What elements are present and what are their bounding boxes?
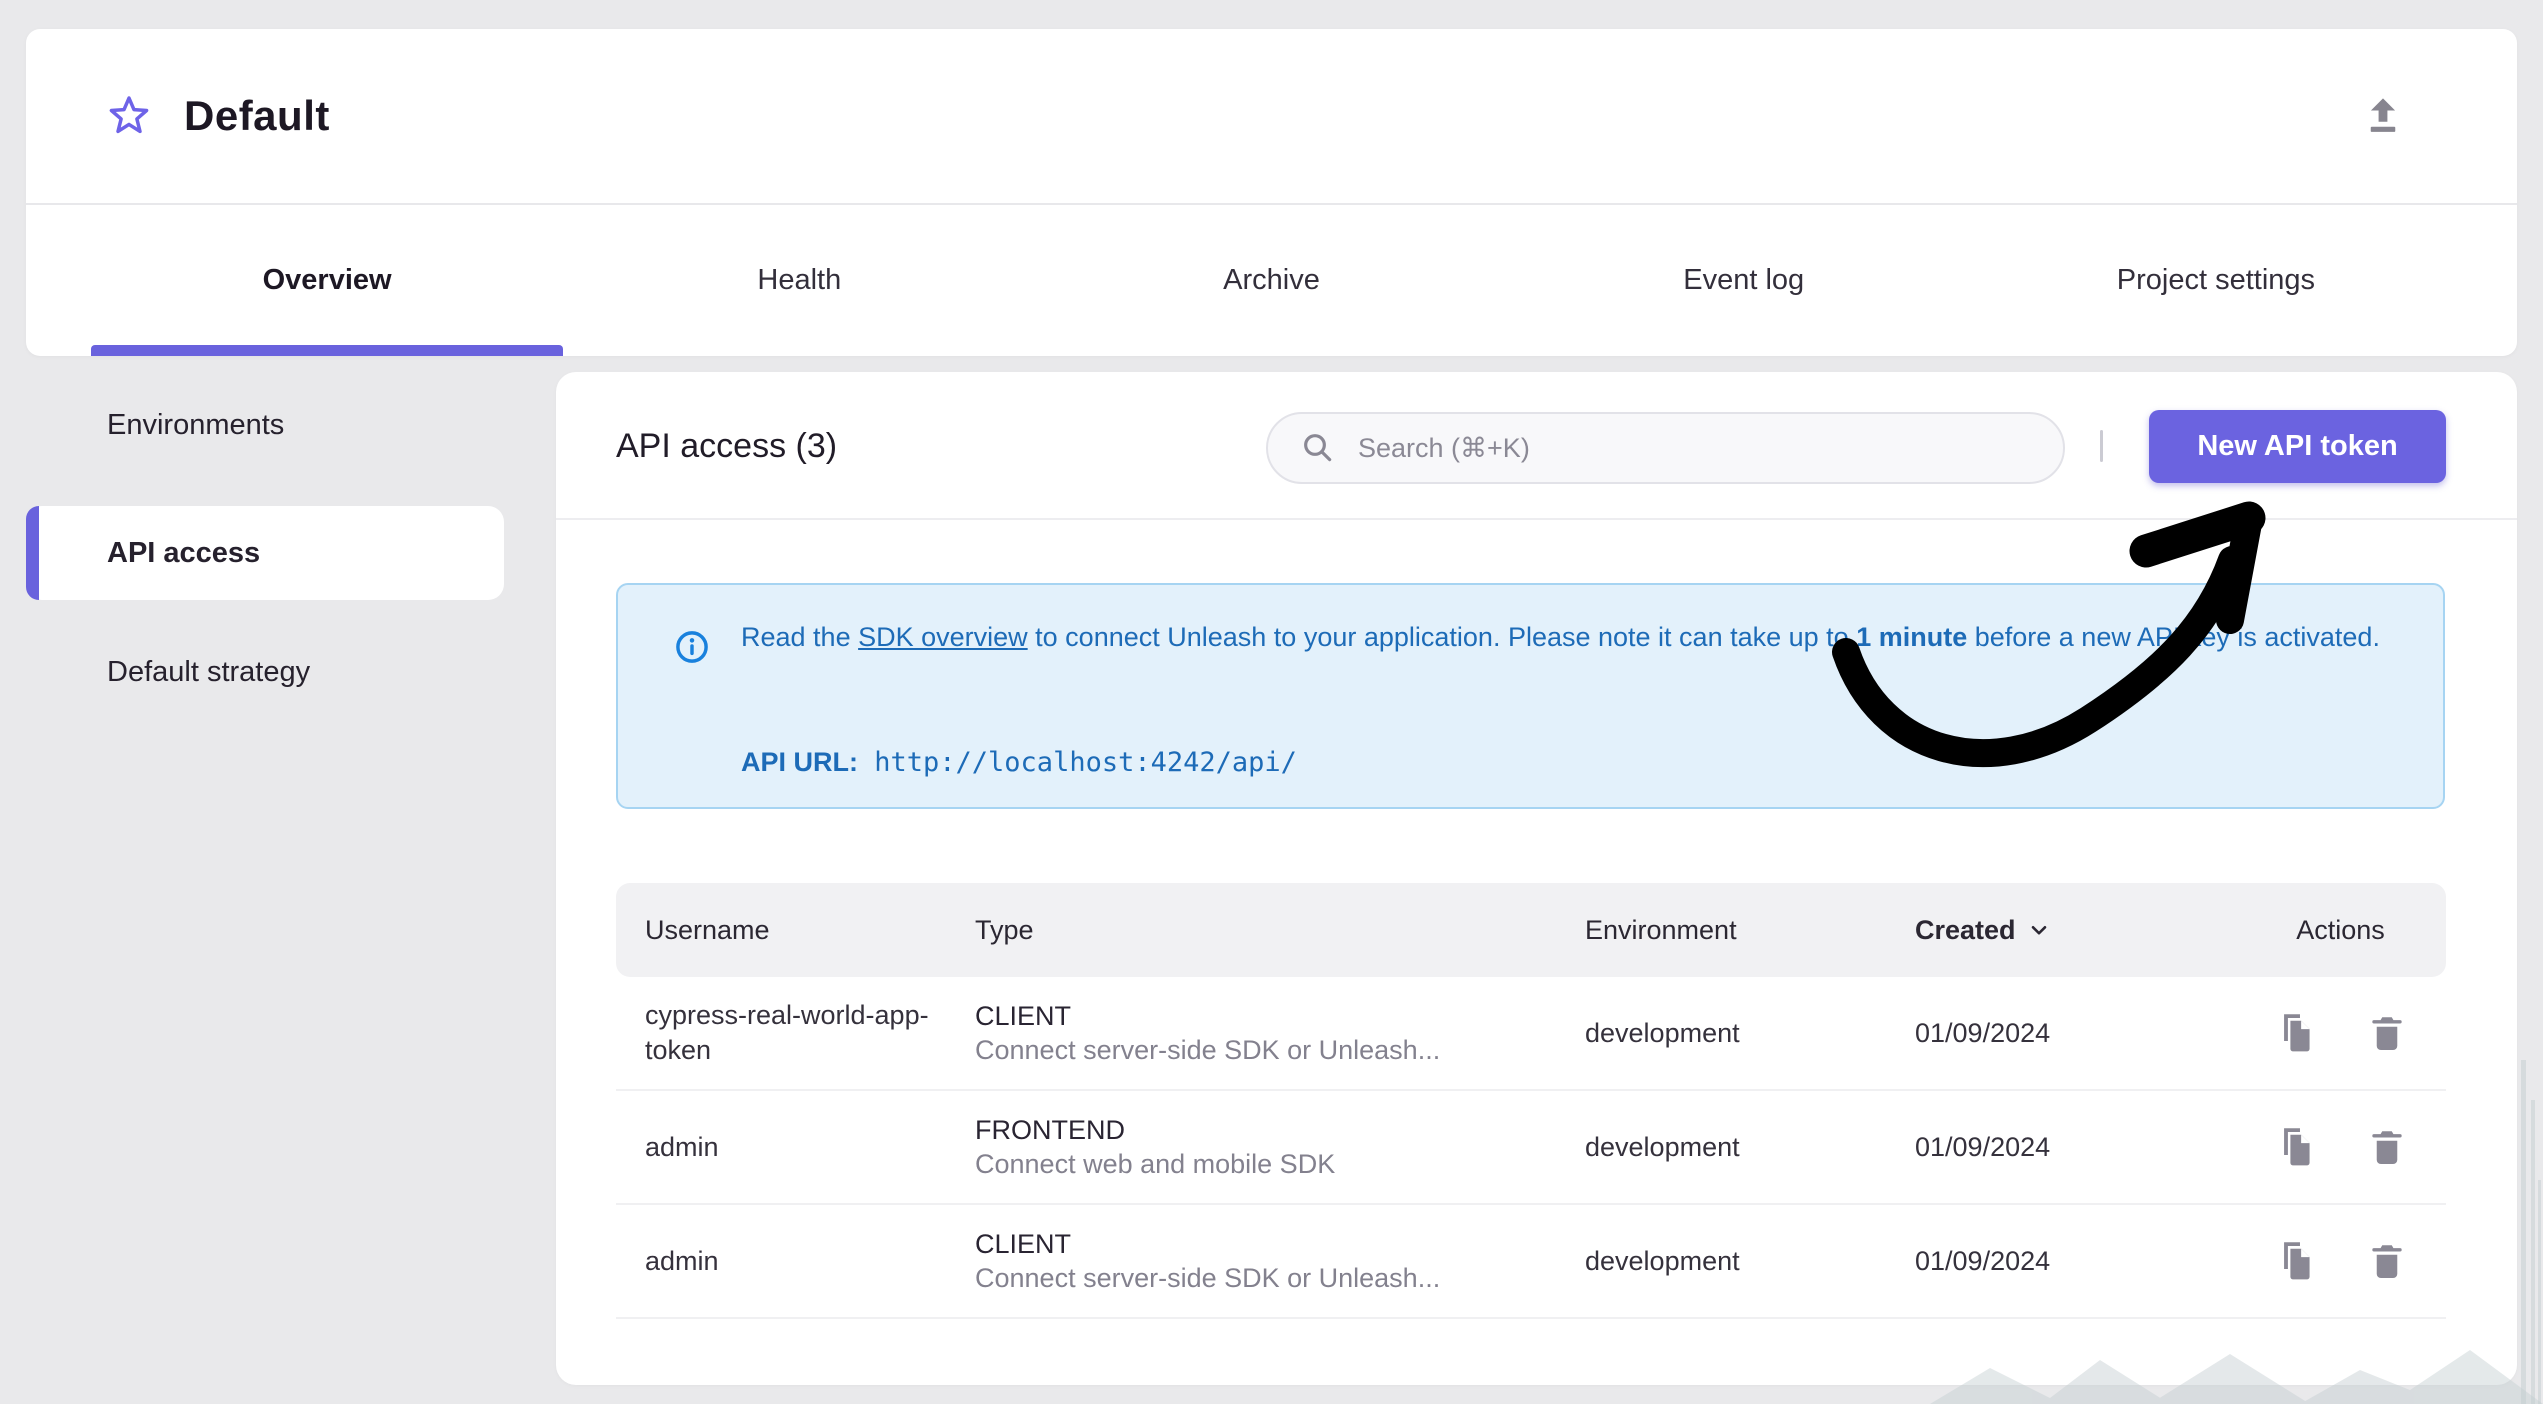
api-url-value: http://localhost:4242/api/ [858,747,1297,778]
token-actions [2261,1238,2446,1284]
tab-event-log[interactable]: Event log [1508,205,1980,356]
project-page: Default Overview Health Archive Event lo… [0,0,2543,1412]
magnifier-icon [1304,434,1332,462]
table-row: admin CLIENT Connect server-side SDK or … [616,1205,2446,1319]
token-username: admin [645,1245,719,1276]
col-created-sort[interactable]: Created [1915,915,2261,946]
toolbar-divider [2100,430,2103,462]
info-alert: Read the SDK overview to connect Unleash… [616,583,2445,809]
chevron-down-icon [2031,925,2046,935]
token-created: 01/09/2024 [1915,1017,2051,1048]
api-access-panel: API access (3) New API token Read the SD… [556,372,2517,1385]
tab-archive[interactable]: Archive [1035,205,1507,356]
export-button[interactable] [2359,93,2407,141]
token-environment: development [1585,1017,1740,1048]
col-actions: Actions [2296,914,2385,945]
delete-token-button[interactable] [2364,1010,2410,1056]
token-type: FRONTEND Connect web and mobile SDK [975,1115,1336,1179]
upload-icon [2370,98,2396,132]
sdk-overview-link[interactable]: SDK overview [858,622,1028,652]
panel-title: API access (3) [616,427,838,465]
bottom-white-band [0,1404,2543,1412]
table-header-row: Username Type Environment Created Action… [616,883,2446,977]
new-api-token-button[interactable]: New API token [2149,410,2446,483]
tab-project-settings[interactable]: Project settings [1980,205,2452,356]
search-field [1266,412,2065,484]
trash-icon [2371,1017,2402,1051]
alert-message: Read the SDK overview to connect Unleash… [741,622,2380,652]
token-type: CLIENT Connect server-side SDK or Unleas… [975,1001,1441,1065]
sidebar-item-default-strategy[interactable]: Default strategy [26,625,504,719]
trash-icon [2371,1131,2402,1165]
active-item-accent-bar [26,506,39,600]
col-type: Type [975,914,1034,945]
sidebar-item-api-access[interactable]: API access [26,506,504,600]
col-environment: Environment [1585,914,1737,945]
token-actions [2261,1124,2446,1170]
sidebar-item-environments[interactable]: Environments [26,378,504,472]
active-tab-underline [91,345,564,356]
project-header-card: Default Overview Health Archive Event lo… [26,29,2517,356]
token-username: admin [645,1131,719,1162]
panel-header-divider [556,518,2517,520]
star-outline-icon [109,96,149,134]
page-title: Default [184,92,330,139]
copy-icon [2283,1242,2310,1280]
token-environment: development [1585,1245,1740,1276]
token-environment: development [1585,1131,1740,1162]
project-title-row: Default [26,29,2517,203]
delete-token-button[interactable] [2364,1124,2410,1170]
api-tokens-table: Username Type Environment Created Action… [616,883,2446,1319]
search-input[interactable] [1356,431,2035,465]
copy-icon [2283,1128,2310,1166]
table-row: admin FRONTEND Connect web and mobile SD… [616,1091,2446,1205]
trash-icon [2371,1245,2402,1279]
token-created: 01/09/2024 [1915,1245,2051,1276]
token-type: CLIENT Connect server-side SDK or Unleas… [975,1229,1441,1293]
token-username: cypress-real-world-app-token [645,1000,929,1065]
token-actions [2261,1010,2446,1056]
project-tab-bar: Overview Health Archive Event log Projec… [91,205,2452,356]
copy-icon [2283,1014,2310,1052]
copy-token-button[interactable] [2272,1010,2318,1056]
token-created: 01/09/2024 [1915,1131,2051,1162]
copy-token-button[interactable] [2272,1124,2318,1170]
col-username: Username [645,914,770,945]
api-url-line: API URL: http://localhost:4242/api/ [741,747,1297,778]
table-row: cypress-real-world-app-token CLIENT Conn… [616,977,2446,1091]
tab-overview[interactable]: Overview [91,205,564,356]
info-circle-icon [676,631,708,663]
delete-token-button[interactable] [2364,1238,2410,1284]
copy-token-button[interactable] [2272,1238,2318,1284]
favorite-star-button[interactable] [106,93,152,139]
background-texture-edge [2521,1060,2541,1404]
tab-health[interactable]: Health [563,205,1035,356]
